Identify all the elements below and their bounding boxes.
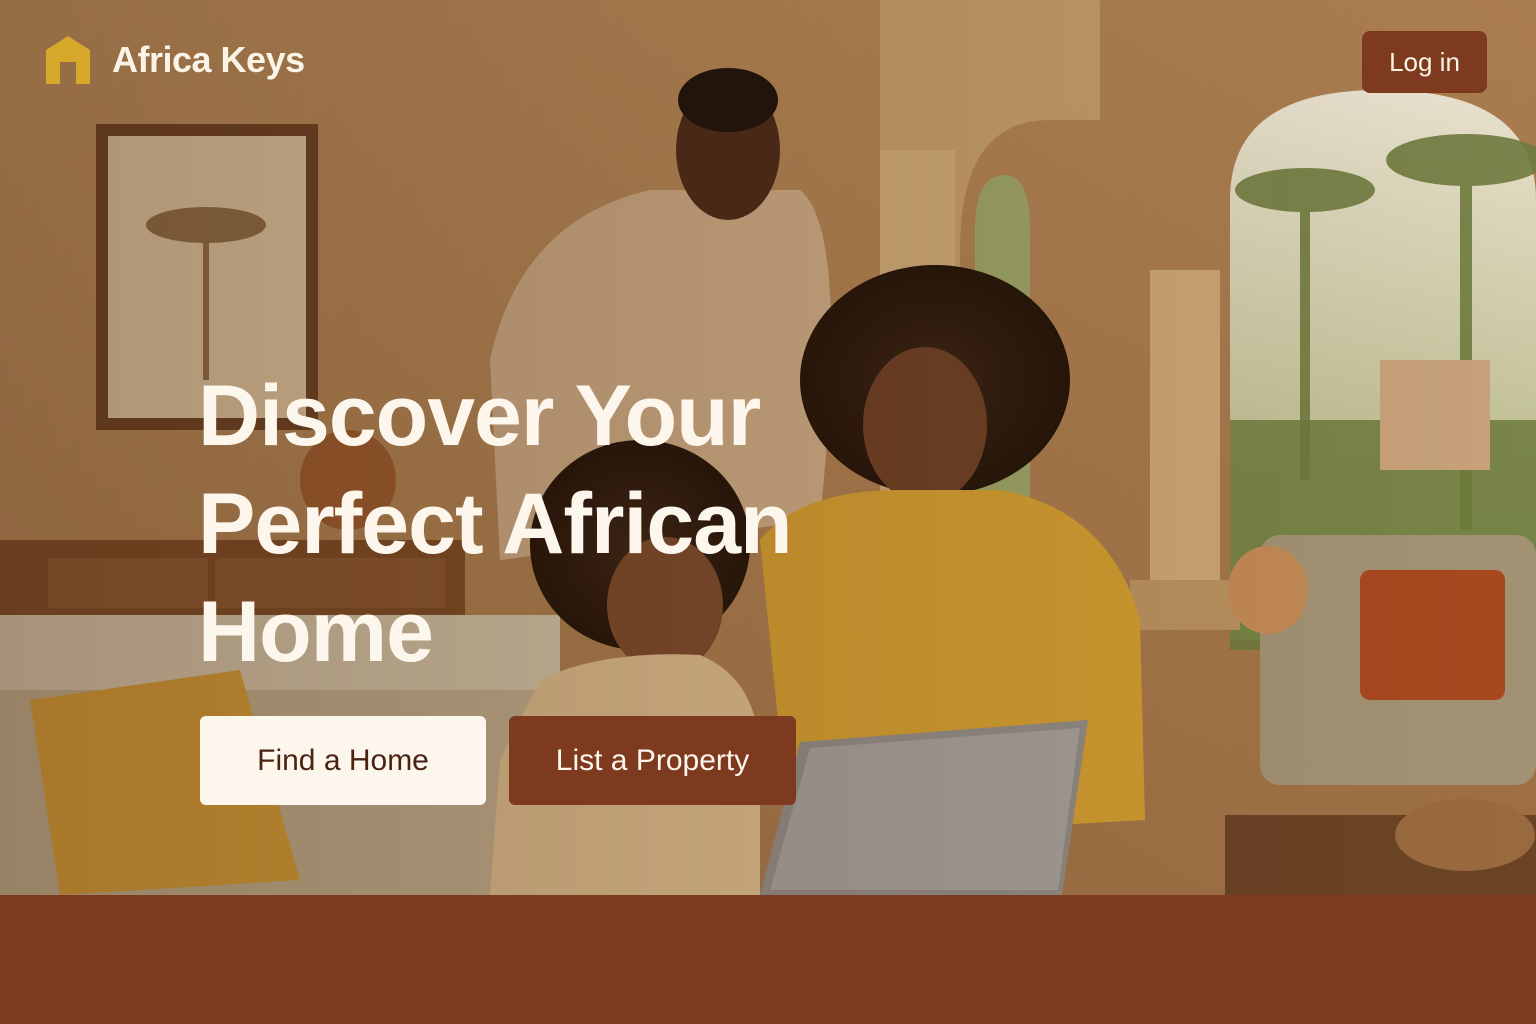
- brand-name: Africa Keys: [112, 39, 305, 80]
- house-icon: [46, 36, 90, 84]
- hero-section: Africa Keys Log in Discover Your Perfect…: [0, 0, 1536, 895]
- hero-headline: Discover Your Perfect African Home: [198, 368, 793, 680]
- login-button[interactable]: Log in: [1362, 31, 1487, 93]
- brand-logo[interactable]: Africa Keys: [44, 34, 305, 86]
- footer-band: [0, 895, 1536, 1024]
- find-home-button[interactable]: Find a Home: [200, 716, 486, 805]
- list-property-button[interactable]: List a Property: [509, 716, 796, 805]
